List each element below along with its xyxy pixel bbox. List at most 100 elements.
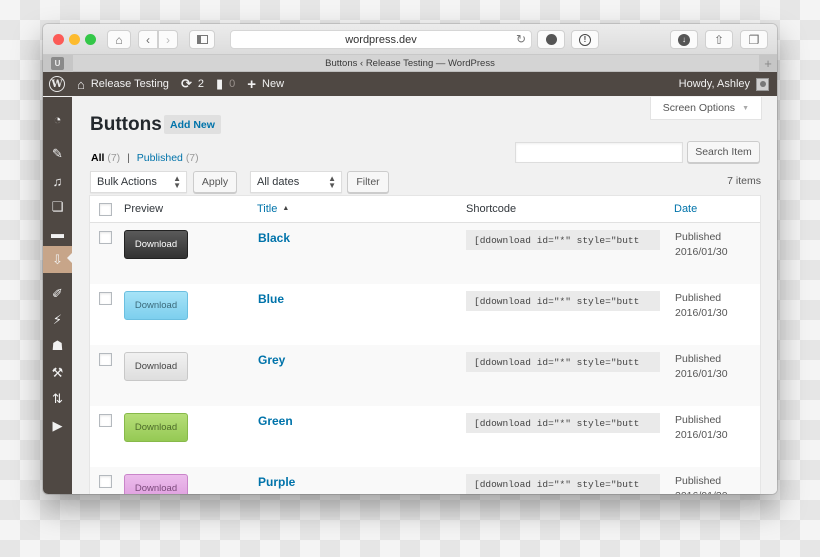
row-title-link[interactable]: Purple <box>258 475 295 489</box>
row-status: Published <box>675 231 722 243</box>
download-icon[interactable]: ⇩ <box>43 246 72 273</box>
comments-link[interactable]: ▮ 0 <box>210 72 241 96</box>
sidebar-button[interactable] <box>189 30 215 49</box>
search-button[interactable]: Search Item <box>687 141 760 163</box>
close-window-button[interactable] <box>53 34 64 45</box>
screen-options-button[interactable]: Screen Options ▼ <box>650 97 761 119</box>
browser-toolbar: ⌂ ‹ › wordpress.dev ↻ ! ↓ ⇧ ❐ <box>43 24 777 55</box>
row-status: Published <box>675 414 722 426</box>
pin-icon[interactable]: ✎ <box>43 142 72 166</box>
new-content-link[interactable]: + New <box>241 72 290 96</box>
site-name: Release Testing <box>90 78 169 90</box>
column-date[interactable]: Date <box>674 203 697 215</box>
new-label: New <box>262 78 285 90</box>
filter-button[interactable]: Filter <box>347 171 389 193</box>
account-menu[interactable]: Howdy, Ashley <box>679 72 769 96</box>
forward-icon: › <box>166 32 170 47</box>
table-header: Preview Title ▲ Shortcode Date <box>90 196 760 223</box>
all-count: (7) <box>107 152 121 164</box>
dates-select[interactable]: All dates ▲ ▼ <box>250 171 342 193</box>
table-row: Download Purple [ddownload id="*" style=… <box>90 467 760 494</box>
forward-button[interactable]: › <box>158 30 178 49</box>
row-title-link[interactable]: Black <box>258 231 290 245</box>
show-tabs-button[interactable]: ❐ <box>740 30 768 49</box>
wp-admin-bar: W ⌂ Release Testing ⟳ 2 ▮ 0 + New Howdy,… <box>43 72 777 96</box>
row-title-link[interactable]: Green <box>258 414 293 428</box>
password-button[interactable]: ! <box>571 30 599 49</box>
download-button-preview[interactable]: Download <box>124 352 188 381</box>
download-button-preview[interactable]: Download <box>124 413 188 442</box>
search-input[interactable] <box>515 142 683 163</box>
select-all-checkbox[interactable] <box>99 203 112 216</box>
download-button-preview[interactable]: Download <box>124 230 188 259</box>
address-bar[interactable]: wordpress.dev ↻ <box>230 30 532 49</box>
minimize-window-button[interactable] <box>69 34 80 45</box>
settings-icon[interactable]: ⇅ <box>43 387 72 411</box>
row-checkbox[interactable] <box>99 353 112 366</box>
row-status: Published <box>675 292 722 304</box>
downloads-button[interactable]: ↓ <box>670 30 698 49</box>
download-button-preview[interactable]: Download <box>124 474 188 494</box>
wordpress-logo-icon[interactable]: W <box>49 76 65 92</box>
site-name-link[interactable]: ⌂ Release Testing <box>71 72 175 96</box>
column-title[interactable]: Title ▲ <box>257 203 289 215</box>
share-button[interactable]: ⇧ <box>705 30 733 49</box>
table-row: Download Blue [ddownload id="*" style="b… <box>90 284 760 345</box>
bulk-actions-select[interactable]: Bulk Actions ▲ ▼ <box>90 171 187 193</box>
row-shortcode[interactable]: [ddownload id="*" style="butt <box>466 230 660 250</box>
row-date: Published 2016/01/30 <box>675 413 728 443</box>
filter-all[interactable]: All <box>91 152 104 164</box>
row-checkbox[interactable] <box>99 231 112 244</box>
row-checkbox[interactable] <box>99 475 112 488</box>
comment-icon[interactable]: ▬ <box>43 221 72 245</box>
dates-value: All dates <box>257 176 300 188</box>
select-arrows-icon: ▲ ▼ <box>328 174 336 190</box>
row-shortcode[interactable]: [ddownload id="*" style="butt <box>466 413 660 433</box>
dashboard-icon[interactable]: ◔ <box>43 107 72 131</box>
filter-published[interactable]: Published <box>137 152 183 164</box>
row-title-link[interactable]: Blue <box>258 292 284 306</box>
extension-icon <box>545 34 557 45</box>
plug-icon[interactable]: ⚡ <box>43 308 72 332</box>
media-icon[interactable]: ♫ <box>43 169 72 193</box>
zoom-window-button[interactable] <box>85 34 96 45</box>
home-icon: ⌂ <box>77 76 85 92</box>
brush-icon[interactable]: ✐ <box>43 282 72 306</box>
reload-icon[interactable]: ↻ <box>516 32 526 46</box>
updates-link[interactable]: ⟳ 2 <box>175 72 210 96</box>
user-icon[interactable]: ☗ <box>43 334 72 358</box>
back-button[interactable]: ‹ <box>138 30 158 49</box>
column-preview: Preview <box>124 203 164 215</box>
row-date-value: 2016/01/30 <box>675 368 728 380</box>
row-shortcode[interactable]: [ddownload id="*" style="butt <box>466 352 660 372</box>
table-row: Download Black [ddownload id="*" style="… <box>90 223 760 284</box>
row-date-value: 2016/01/30 <box>675 429 728 441</box>
buttons-table: Preview Title ▲ Shortcode Date Download B… <box>90 196 760 494</box>
play-icon[interactable]: ▶ <box>43 414 72 438</box>
pinned-tab[interactable]: U <box>43 55 73 72</box>
pages-icon[interactable]: ❏ <box>43 195 72 219</box>
row-date: Published 2016/01/30 <box>675 291 728 321</box>
main-content: Screen Options ▼ Buttons Add New All (7)… <box>72 97 777 494</box>
row-shortcode[interactable]: [ddownload id="*" style="butt <box>466 291 660 311</box>
row-shortcode[interactable]: [ddownload id="*" style="butt <box>466 474 660 494</box>
tab-bar: U Buttons ‹ Release Testing — WordPress … <box>43 55 777 72</box>
apply-button[interactable]: Apply <box>193 171 237 193</box>
howdy-text: Howdy, Ashley <box>678 78 750 90</box>
page-title: Buttons <box>90 114 162 135</box>
home-button[interactable]: ⌂ <box>107 30 131 49</box>
admin-sidebar: ◔ ✎ ♫ ❏ ▬ ⇩ ✐ ⚡ ☗ ⚒ ⇅ ▶ <box>43 97 72 494</box>
wrench-icon[interactable]: ⚒ <box>43 361 72 385</box>
active-tab-title[interactable]: Buttons ‹ Release Testing — WordPress <box>325 58 495 69</box>
column-title-label: Title <box>257 203 278 215</box>
new-tab-icon[interactable]: + <box>759 55 777 72</box>
extension-button[interactable] <box>537 30 565 49</box>
password-icon: ! <box>579 33 591 46</box>
url-text: wordpress.dev <box>345 33 417 46</box>
row-checkbox[interactable] <box>99 292 112 305</box>
row-checkbox[interactable] <box>99 414 112 427</box>
download-button-preview[interactable]: Download <box>124 291 188 320</box>
row-status: Published <box>675 353 722 365</box>
row-title-link[interactable]: Grey <box>258 353 285 367</box>
add-new-button[interactable]: Add New <box>164 115 221 134</box>
